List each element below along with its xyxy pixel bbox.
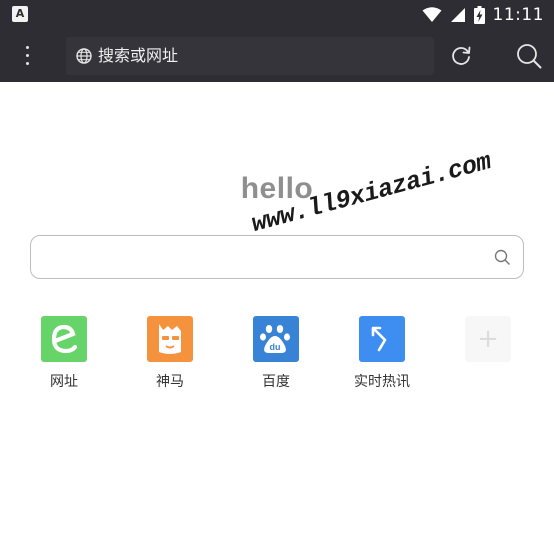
- status-time: 11:11: [492, 5, 544, 25]
- quick-link-label: 神马: [156, 374, 184, 390]
- quick-link-baidu[interactable]: du 百度: [231, 316, 321, 394]
- quick-link-shenma[interactable]: 神马: [125, 316, 215, 394]
- refresh-icon[interactable]: [448, 43, 474, 69]
- quick-link-wangzhi[interactable]: 网址: [19, 316, 109, 394]
- address-bar-placeholder: 搜索或网址: [98, 46, 179, 65]
- quick-link-label: 百度: [262, 374, 290, 390]
- app-notification-icon: A: [12, 6, 28, 22]
- hot-news-arrow-icon: [359, 316, 405, 362]
- search-icon[interactable]: [514, 41, 544, 71]
- browser-toolbar: 搜索或网址: [0, 30, 554, 82]
- quick-link-label: 实时热讯: [354, 374, 410, 390]
- status-icons: 11:11: [422, 4, 545, 26]
- quick-link-hot-news[interactable]: 实时热讯: [337, 316, 427, 394]
- signal-icon: [450, 8, 465, 22]
- home-search-box[interactable]: [30, 235, 524, 279]
- status-bar: A 11:11: [0, 0, 554, 30]
- battery-charging-icon: [473, 6, 485, 24]
- e-letter-icon: [41, 316, 87, 362]
- overflow-menu-button[interactable]: [14, 42, 42, 70]
- shenma-alpaca-icon: [147, 316, 193, 362]
- baidu-paw-icon: du: [253, 316, 299, 362]
- address-bar[interactable]: 搜索或网址: [66, 37, 434, 75]
- globe-icon: [76, 48, 92, 64]
- wifi-icon: [422, 7, 441, 22]
- svg-text:du: du: [270, 342, 281, 352]
- quick-links: 网址 神马 du 百度 实时热讯 +: [0, 316, 554, 396]
- add-shortcut-button[interactable]: +: [465, 316, 511, 362]
- search-icon[interactable]: [493, 248, 511, 266]
- quick-link-label: 网址: [50, 374, 78, 390]
